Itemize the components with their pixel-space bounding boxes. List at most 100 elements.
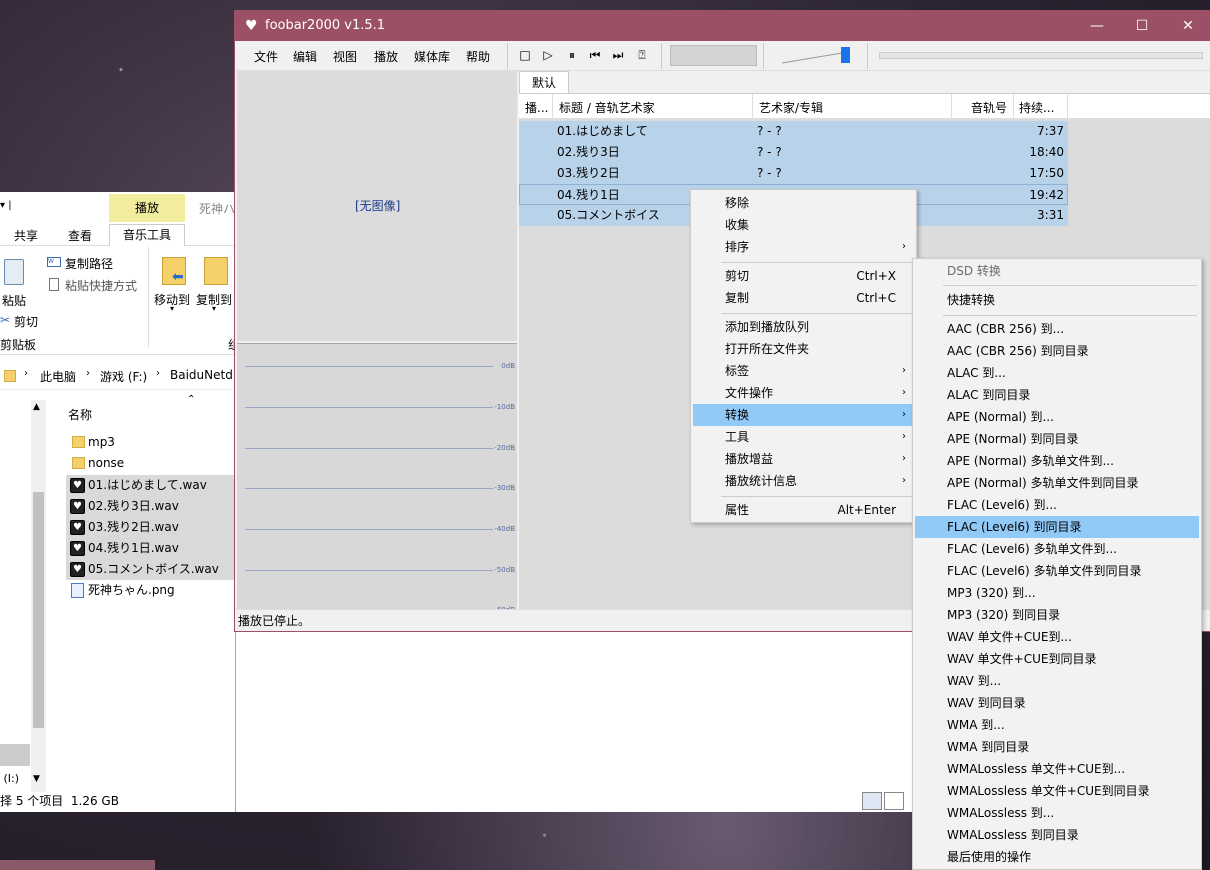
list-item[interactable]: nonse: [66, 453, 235, 474]
menu-item-convert-preset[interactable]: WMALossless 到...: [915, 802, 1199, 824]
table-row[interactable]: 03.残り2日 ? - ? 17:50: [519, 163, 1068, 184]
menu-item-convert-preset[interactable]: FLAC (Level6) 到同目录: [915, 516, 1199, 538]
menu-item-cut[interactable]: 剪切 Ctrl+X: [693, 265, 914, 287]
menu-library[interactable]: 媒体库: [414, 48, 450, 65]
menu-item-tags[interactable]: 标签 ›: [693, 360, 914, 382]
paste-button[interactable]: 粘贴: [2, 292, 26, 309]
scrollbar-thumb[interactable]: [33, 492, 44, 728]
menu-item-convert-preset[interactable]: ALAC 到...: [915, 362, 1199, 384]
menu-item-convert-preset[interactable]: AAC (CBR 256) 到...: [915, 318, 1199, 340]
column-header-duration[interactable]: 持续...: [1019, 99, 1054, 116]
details-view-button[interactable]: [862, 792, 882, 810]
copy-path-button[interactable]: 复制路径: [65, 255, 113, 272]
menu-item-convert-preset[interactable]: AAC (CBR 256) 到同目录: [915, 340, 1199, 362]
menu-item-convert-preset[interactable]: FLAC (Level6) 多轨单文件到...: [915, 538, 1199, 560]
scroll-up-icon[interactable]: ▲: [33, 402, 40, 412]
menu-item-copy[interactable]: 复制 Ctrl+C: [693, 287, 914, 309]
address-bar[interactable]: › 此电脑 › 游戏 (F:) › BaiduNetd: [0, 364, 235, 390]
list-item[interactable]: ♥ 03.残り2日.wav: [66, 517, 235, 538]
menu-view[interactable]: 视图: [333, 48, 357, 65]
menu-item-convert-preset[interactable]: MP3 (320) 到同目录: [915, 604, 1199, 626]
pause-icon[interactable]: ⏸: [565, 48, 579, 62]
menu-toolbar: 文件 编辑 视图 播放 媒体库 帮助 □ ▷ ⏸ ⏮ ⏭ ⍰: [235, 41, 1210, 71]
menu-item-convert-preset[interactable]: 最后使用的操作: [915, 846, 1199, 868]
menu-item-convert-preset[interactable]: WAV 单文件+CUE到同目录: [915, 648, 1199, 670]
menu-item-remove[interactable]: 移除: [693, 192, 914, 214]
menu-item-quick-convert[interactable]: 快捷转换: [915, 289, 1199, 311]
paste-shortcut-button[interactable]: 粘贴快捷方式: [65, 277, 137, 294]
table-row[interactable]: 02.残り3日 ? - ? 18:40: [519, 142, 1068, 163]
menu-file[interactable]: 文件: [254, 48, 278, 65]
menu-item-convert[interactable]: 转换 ›: [693, 404, 914, 426]
menu-item-convert-preset[interactable]: WMA 到...: [915, 714, 1199, 736]
column-header-playing[interactable]: 播...: [525, 99, 548, 116]
menu-item-tools[interactable]: 工具 ›: [693, 426, 914, 448]
previous-icon[interactable]: ⏮: [588, 48, 602, 62]
list-item[interactable]: ♥ 02.残り3日.wav: [66, 496, 235, 517]
large-icons-view-button[interactable]: [884, 792, 904, 810]
column-header-artist-album[interactable]: 艺术家/专辑: [759, 99, 823, 116]
menu-item-convert-preset[interactable]: WMALossless 单文件+CUE到同目录: [915, 780, 1199, 802]
menu-item-sort[interactable]: 排序 ›: [693, 236, 914, 258]
list-item[interactable]: ♥ 01.はじめまして.wav: [66, 475, 235, 496]
column-header-title[interactable]: 标题 / 音轨艺术家: [559, 99, 655, 116]
menu-item-convert-preset[interactable]: APE (Normal) 到...: [915, 406, 1199, 428]
breadcrumb-folder[interactable]: BaiduNetd: [170, 368, 233, 382]
column-header-name[interactable]: 名称: [68, 406, 92, 423]
menu-item-convert-preset[interactable]: WMA 到同目录: [915, 736, 1199, 758]
qat-arrow-icon[interactable]: ▾ |: [0, 200, 12, 211]
menu-item-convert-preset[interactable]: ALAC 到同目录: [915, 384, 1199, 406]
context-tab-play[interactable]: 播放: [109, 194, 185, 222]
next-icon[interactable]: ⏭: [611, 48, 625, 62]
maximize-button[interactable]: ☐: [1119, 11, 1165, 41]
breadcrumb-drive[interactable]: 游戏 (F:): [100, 368, 147, 385]
tab-share[interactable]: 共享: [14, 227, 38, 244]
move-to-dropdown-icon[interactable]: ▾: [170, 304, 174, 313]
cut-button[interactable]: 剪切: [14, 313, 38, 330]
menu-item-convert-preset[interactable]: FLAC (Level6) 多轨单文件到同目录: [915, 560, 1199, 582]
play-icon[interactable]: ▷: [541, 48, 555, 62]
menu-item-convert-preset[interactable]: FLAC (Level6) 到...: [915, 494, 1199, 516]
menu-item-convert-preset[interactable]: WMALossless 到同目录: [915, 824, 1199, 846]
copy-to-dropdown-icon[interactable]: ▾: [212, 304, 216, 313]
menu-item-convert-preset[interactable]: APE (Normal) 多轨单文件到同目录: [915, 472, 1199, 494]
seekbar[interactable]: [879, 52, 1203, 59]
menu-help[interactable]: 帮助: [466, 48, 490, 65]
nav-drive-selected[interactable]: [0, 744, 30, 766]
tab-music-tools[interactable]: 音乐工具: [109, 224, 185, 246]
list-item[interactable]: ♥ 04.残り1日.wav: [66, 538, 235, 559]
menu-item-file-operations[interactable]: 文件操作 ›: [693, 382, 914, 404]
menu-item-properties[interactable]: 属性 Alt+Enter: [693, 499, 914, 521]
menu-item-convert-preset[interactable]: WAV 到...: [915, 670, 1199, 692]
tab-default-playlist[interactable]: 默认: [519, 71, 569, 93]
menu-item-add-to-queue[interactable]: 添加到播放队列: [693, 316, 914, 338]
chevron-right-icon: ›: [902, 431, 906, 442]
random-icon[interactable]: ⍰: [635, 48, 649, 62]
title-bar[interactable]: ♥ foobar2000 v1.5.1 — ☐ ✕: [235, 11, 1210, 41]
tab-view[interactable]: 查看: [68, 227, 92, 244]
menu-item-open-folder[interactable]: 打开所在文件夹: [693, 338, 914, 360]
menu-item-convert-preset[interactable]: APE (Normal) 多轨单文件到...: [915, 450, 1199, 472]
minimize-button[interactable]: —: [1074, 11, 1120, 41]
menu-item-convert-preset[interactable]: MP3 (320) 到...: [915, 582, 1199, 604]
menu-item-collect[interactable]: 收集: [693, 214, 914, 236]
list-item[interactable]: ♥ 05.コメントボイス.wav: [66, 559, 235, 580]
menu-item-replaygain[interactable]: 播放增益 ›: [693, 448, 914, 470]
volume-slider[interactable]: [780, 45, 855, 65]
list-item[interactable]: mp3: [66, 432, 235, 453]
table-row[interactable]: 01.はじめまして ? - ? 7:37: [519, 121, 1068, 142]
menu-item-convert-preset[interactable]: APE (Normal) 到同目录: [915, 428, 1199, 450]
menu-edit[interactable]: 编辑: [293, 48, 317, 65]
menu-item-convert-preset[interactable]: WAV 单文件+CUE到...: [915, 626, 1199, 648]
menu-item-playback-statistics[interactable]: 播放统计信息 ›: [693, 470, 914, 492]
breadcrumb-this-pc[interactable]: 此电脑: [40, 368, 76, 385]
list-item[interactable]: 死神ちゃん.png: [66, 580, 235, 601]
close-button[interactable]: ✕: [1165, 11, 1210, 41]
stop-icon[interactable]: □: [518, 48, 532, 62]
scroll-down-icon[interactable]: ▼: [33, 774, 40, 784]
nav-drive-label[interactable]: (I:): [0, 772, 19, 785]
menu-playback[interactable]: 播放: [374, 48, 398, 65]
menu-item-convert-preset[interactable]: WAV 到同目录: [915, 692, 1199, 714]
menu-item-convert-preset[interactable]: WMALossless 单文件+CUE到...: [915, 758, 1199, 780]
column-header-track[interactable]: 音轨号: [971, 99, 1007, 116]
